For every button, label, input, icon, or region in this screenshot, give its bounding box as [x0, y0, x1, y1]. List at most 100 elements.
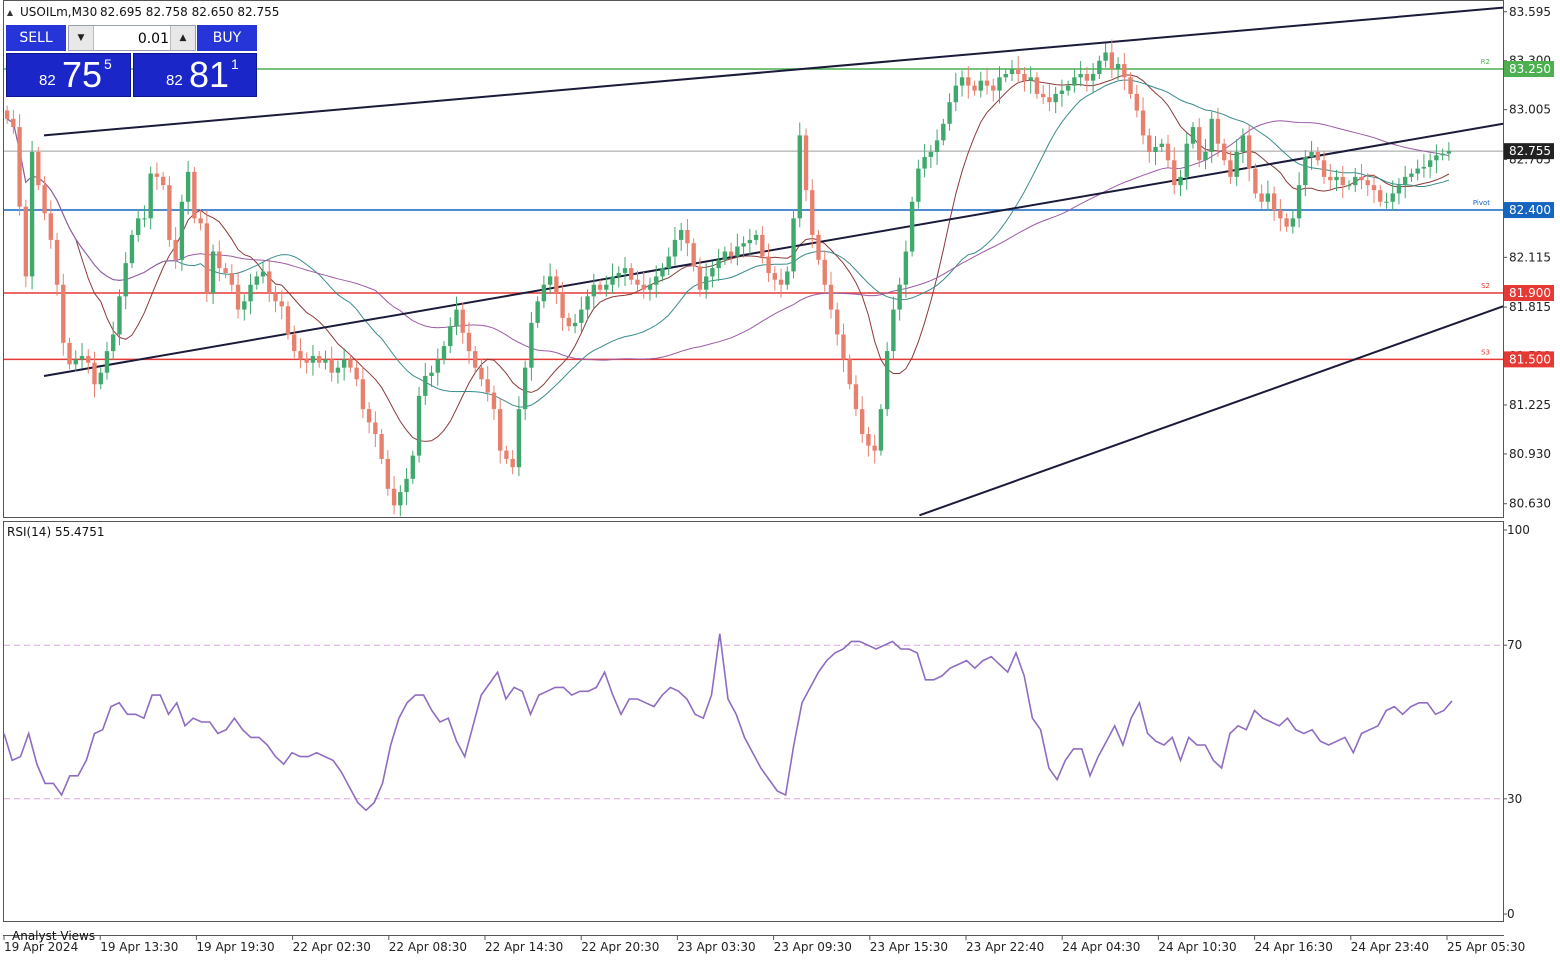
candle-body [223, 268, 228, 274]
candle-body [1303, 156, 1308, 186]
candle-body [697, 266, 703, 290]
candle [860, 396, 865, 444]
candle-body [1147, 135, 1152, 152]
collapse-triangle-icon[interactable] [7, 10, 13, 16]
candle-body [61, 284, 66, 343]
channel-line-3[interactable] [919, 305, 1504, 517]
level-label-pivot: Pivot [1473, 199, 1490, 207]
channel-line-1[interactable] [43, 6, 1504, 137]
candle-body [1159, 143, 1164, 148]
candle-body [1434, 155, 1439, 161]
candle-body [441, 346, 447, 360]
candle [947, 93, 952, 131]
level-price-tag-text: 83.250 [1509, 62, 1551, 76]
candle-body [136, 218, 141, 235]
channel-line-2[interactable] [43, 122, 1504, 377]
candle [423, 363, 428, 405]
sell-quote-button[interactable]: 82 75 5 [6, 53, 131, 97]
candle-body [860, 409, 865, 435]
candle-body [1228, 160, 1233, 177]
candle [1028, 66, 1033, 94]
candle-body [810, 190, 815, 235]
candle [541, 275, 547, 309]
candle-body [329, 359, 334, 373]
candle-body [635, 279, 640, 285]
candle-body [423, 375, 428, 396]
candle-body [1415, 168, 1420, 174]
candle-body [1215, 118, 1221, 144]
candle-body [997, 77, 1002, 91]
candle [591, 273, 596, 310]
candle-body [760, 234, 765, 257]
candle [136, 209, 141, 242]
candle-body [1334, 176, 1339, 181]
lot-decrease-icon[interactable]: ▼ [69, 26, 94, 50]
candle-body [479, 367, 484, 380]
price-axis: 83.59583.30083.00582.70582.11581.81581.5… [1503, 5, 1554, 511]
candle-body [448, 326, 453, 347]
candle-body [991, 85, 996, 91]
candle [753, 229, 759, 245]
candle [1178, 169, 1183, 197]
candle-body [117, 296, 122, 335]
lot-size-input[interactable] [95, 28, 171, 50]
candle-body [460, 309, 465, 333]
candle [192, 166, 197, 224]
candle [429, 365, 434, 387]
candle-body [167, 185, 172, 240]
candle [1041, 84, 1046, 105]
candle [916, 159, 921, 209]
sell-button[interactable]: SELL [6, 25, 66, 51]
candle [142, 205, 147, 228]
candle-body [498, 409, 503, 451]
candle-body [516, 409, 522, 468]
ma-slow-line [6, 118, 1449, 361]
candle [404, 467, 409, 506]
candle-body [572, 322, 578, 327]
candle [554, 269, 559, 304]
buy-quote-button[interactable]: 82 81 1 [133, 53, 257, 97]
candle-body [285, 306, 291, 335]
channel-lines-layer[interactable] [43, 6, 1504, 517]
candle-body [1115, 64, 1121, 70]
sell-quote-fraction: 5 [104, 56, 112, 72]
candle [872, 434, 877, 464]
candle [317, 351, 322, 368]
candle [279, 290, 284, 320]
candle [629, 263, 634, 285]
candle [772, 266, 777, 291]
candle-body [1103, 52, 1108, 61]
lot-increase-icon[interactable]: ▲ [170, 26, 195, 50]
candle-body [816, 234, 821, 260]
candle-body [204, 223, 210, 294]
candle [198, 209, 203, 231]
candle [148, 166, 153, 230]
candle [622, 257, 628, 287]
candle [1253, 163, 1258, 199]
candle [1109, 39, 1115, 78]
candle-body [1109, 52, 1115, 70]
candle [23, 199, 29, 288]
candle [1165, 134, 1171, 168]
candle [117, 289, 122, 346]
candle-body [1359, 176, 1364, 181]
candle-body [616, 273, 621, 277]
candle-body [835, 309, 840, 335]
candle-body [541, 284, 547, 302]
ohlc-label: 82.695 82.758 82.650 82.755 [100, 5, 279, 19]
rsi-tick-label: 70 [1507, 638, 1522, 652]
level-label-s3: S3 [1481, 348, 1490, 356]
candle-body [510, 458, 515, 468]
candle [223, 263, 228, 279]
candle [498, 398, 503, 464]
buy-button[interactable]: BUY [197, 25, 257, 51]
candle [379, 429, 384, 464]
time-tick-label: 22 Apr 14:30 [485, 940, 563, 954]
candle-body [179, 201, 185, 260]
candle [1072, 68, 1077, 93]
candle [304, 352, 309, 374]
candle [491, 385, 497, 421]
candle-body [1009, 69, 1015, 75]
candle-body [735, 246, 740, 257]
candle-body [248, 284, 253, 302]
